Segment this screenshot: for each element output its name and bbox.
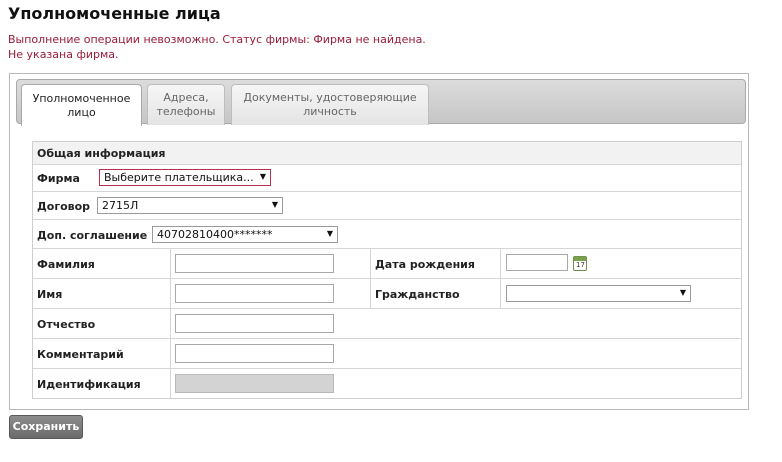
- agreement-select-value: 40702810400*******: [157, 228, 273, 241]
- calendar-icon[interactable]: 17: [573, 256, 587, 271]
- firm-select[interactable]: Выберите плательщика... ▼: [99, 169, 271, 186]
- column-divider: [500, 249, 501, 278]
- agreement-select[interactable]: 40702810400******* ▼: [152, 226, 338, 243]
- column-divider: [370, 279, 371, 308]
- column-divider: [170, 339, 171, 368]
- citizenship-select[interactable]: ▼: [506, 285, 691, 302]
- citizenship-label: Гражданство: [375, 288, 460, 301]
- patronymic-row: Отчество: [33, 309, 741, 339]
- tab-label-line1: Уполномоченное: [32, 91, 131, 105]
- identification-label: Идентификация: [37, 378, 141, 391]
- general-info-form: Общая информация Фирма Выберите плательщ…: [32, 141, 742, 399]
- calendar-day: 17: [576, 261, 585, 269]
- firm-label: Фирма: [37, 172, 80, 185]
- agreement-label: Доп. соглашение: [37, 229, 148, 242]
- tab-label-line1: Документы, удостоверяющие: [243, 91, 417, 104]
- firm-select-value: Выберите плательщика...: [104, 171, 254, 184]
- surname-row: Фамилия Дата рождения 17: [33, 249, 741, 279]
- column-divider: [370, 249, 371, 278]
- identification-row: Идентификация: [33, 369, 741, 398]
- tab-label-line1: Адреса,: [163, 91, 209, 104]
- contract-row: Договор 2715Л ▼: [33, 192, 741, 220]
- tab-label-line2: лицо: [67, 105, 96, 119]
- form-panel: Уполномоченное лицо Адреса, телефоны Докум…: [9, 73, 749, 410]
- tab-label-line2: личность: [303, 105, 357, 118]
- surname-label: Фамилия: [37, 258, 95, 271]
- name-input[interactable]: [175, 284, 334, 303]
- page-title: Уполномоченные лица: [8, 4, 221, 23]
- tab-bar: Уполномоченное лицо Адреса, телефоны Докум…: [16, 79, 746, 126]
- agreement-row: Доп. соглашение 40702810400******* ▼: [33, 220, 741, 249]
- comment-input[interactable]: [175, 344, 334, 363]
- name-row: Имя Гражданство ▼: [33, 279, 741, 309]
- error-message-status: Выполнение операции невозможно. Статус ф…: [8, 33, 426, 46]
- save-button[interactable]: Сохранить: [9, 415, 83, 439]
- name-label: Имя: [37, 288, 63, 301]
- surname-input[interactable]: [175, 254, 334, 273]
- column-divider: [500, 279, 501, 308]
- firm-row: Фирма Выберите плательщика... ▼: [33, 165, 741, 192]
- column-divider: [170, 369, 171, 398]
- tab-addresses-phones[interactable]: Адреса, телефоны: [147, 84, 225, 125]
- birth-date-input[interactable]: [506, 254, 568, 271]
- identification-input: [175, 374, 334, 393]
- birth-date-label: Дата рождения: [375, 258, 475, 271]
- chevron-down-icon: ▼: [326, 229, 333, 238]
- comment-label: Комментарий: [37, 348, 124, 361]
- chevron-down-icon: ▼: [259, 172, 266, 181]
- contract-select[interactable]: 2715Л ▼: [97, 197, 283, 214]
- column-divider: [170, 279, 171, 308]
- column-divider: [170, 309, 171, 338]
- tab-authorized-person[interactable]: Уполномоченное лицо: [21, 84, 142, 126]
- patronymic-input[interactable]: [175, 314, 334, 333]
- comment-row: Комментарий: [33, 339, 741, 369]
- contract-label: Договор: [37, 200, 91, 213]
- tab-identity-documents[interactable]: Документы, удостоверяющие личность: [231, 84, 429, 125]
- contract-select-value: 2715Л: [102, 199, 139, 212]
- column-divider: [170, 249, 171, 278]
- error-message-firm: Не указана фирма.: [8, 48, 119, 61]
- tab-label-line2: телефоны: [156, 105, 216, 118]
- chevron-down-icon: ▼: [271, 200, 278, 209]
- chevron-down-icon: ▼: [679, 288, 686, 297]
- section-header: Общая информация: [33, 142, 741, 165]
- patronymic-label: Отчество: [37, 318, 96, 331]
